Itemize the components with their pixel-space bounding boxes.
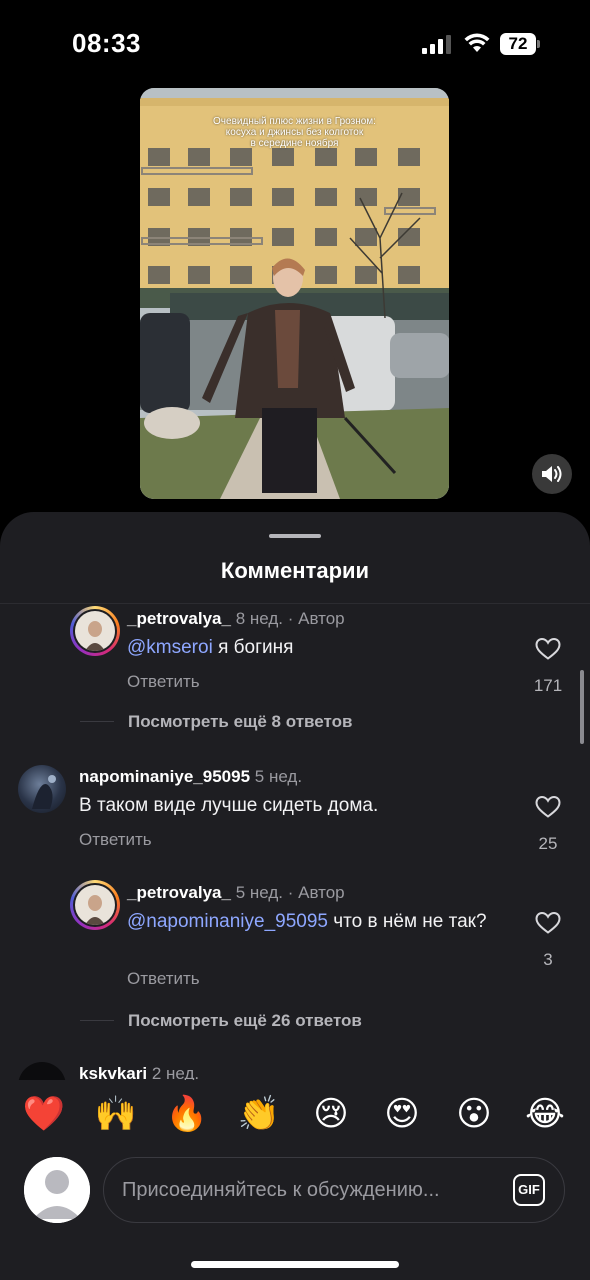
comment-input[interactable]: Присоединяйтесь к обсуждению... GIF <box>103 1157 565 1223</box>
like-count: 171 <box>533 676 563 695</box>
reply-button[interactable]: Ответить <box>79 830 152 850</box>
comment-input-placeholder: Присоединяйтесь к обсуждению... <box>122 1179 440 1201</box>
battery-icon: 72 <box>500 33 540 55</box>
comments-list[interactable]: _petrovalya_ 8 нед. · Автор @kmseroi я б… <box>0 604 590 1080</box>
comment-text: @kmseroi я богиня <box>127 637 294 658</box>
like-heart-icon[interactable] <box>535 795 561 819</box>
video-player[interactable]: Очевидный плюс жизни в Грозном: косуха и… <box>140 88 449 499</box>
view-more-replies-button[interactable]: Посмотреть ещё 8 ответов <box>128 712 352 732</box>
status-time: 08:33 <box>72 28 141 58</box>
emoji-heart-button[interactable]: ❤️ <box>22 1092 66 1136</box>
gif-button[interactable]: GIF <box>513 1174 545 1206</box>
emoji-crying-button[interactable]: 😢 <box>309 1092 353 1136</box>
comment-username[interactable]: _petrovalya_ 5 нед. · Автор <box>127 883 345 903</box>
author-badge: · Автор <box>287 609 345 628</box>
reply-button[interactable]: Ответить <box>127 969 200 989</box>
video-caption: Очевидный плюс жизни в Грозном: косуха и… <box>140 116 449 149</box>
sheet-title: Комментарии <box>220 558 370 583</box>
comment-text: @napominaniye_95095 что в нём не так? <box>127 911 487 932</box>
default-avatar-icon <box>24 1157 90 1223</box>
divider <box>80 721 114 722</box>
emoji-heart-eyes-button[interactable]: 😍 <box>380 1092 424 1136</box>
video-caption-line: косуха и джинсы без колготок <box>225 127 364 138</box>
view-more-replies-button[interactable]: Посмотреть ещё 26 ответов <box>128 1011 362 1031</box>
emoji-clap-button[interactable]: 👏 <box>237 1092 281 1136</box>
comment-username[interactable]: napominaniye_95095 5 нед. <box>79 767 302 787</box>
video-caption-line: в середине ноября <box>250 138 339 149</box>
speaker-icon <box>542 466 562 482</box>
emoji-reaction-bar: ❤️ 🙌 🔥 👏 😢 😍 😮 😂 <box>0 1092 590 1142</box>
reply-button[interactable]: Ответить <box>127 672 200 692</box>
status-bar: 08:33 72 <box>0 0 590 90</box>
emoji-surprised-button[interactable]: 😮 <box>452 1092 496 1136</box>
home-indicator[interactable] <box>191 1261 399 1268</box>
comment-username[interactable]: _petrovalya_ 8 нед. · Автор <box>127 609 345 629</box>
avatar[interactable] <box>18 1062 66 1080</box>
emoji-laughing-button[interactable]: 😂 <box>523 1092 567 1136</box>
comment-item: kskvkari 2 нед. <box>0 1059 590 1080</box>
comment-item: _petrovalya_ 5 нед. · Автор @napominaniy… <box>0 878 590 1038</box>
battery-level: 72 <box>500 33 536 55</box>
comment-time: 8 нед. <box>235 609 283 628</box>
comment-item: _petrovalya_ 8 нед. · Автор @kmseroi я б… <box>0 604 590 744</box>
video-frame-image <box>140 88 449 499</box>
comment-item: napominaniye_95095 5 нед. В таком виде л… <box>0 762 590 862</box>
like-heart-icon[interactable] <box>535 637 561 661</box>
like-heart-icon[interactable] <box>535 911 561 935</box>
mention-link[interactable]: @napominaniye_95095 <box>127 911 328 932</box>
like-count: 3 <box>543 950 553 969</box>
scrollbar[interactable] <box>580 670 584 744</box>
mention-link[interactable]: @kmseroi <box>127 637 213 658</box>
divider <box>80 1020 114 1021</box>
sound-toggle-button[interactable] <box>532 454 572 494</box>
emoji-fire-button[interactable]: 🔥 <box>165 1092 209 1136</box>
current-user-avatar[interactable] <box>24 1157 90 1223</box>
like-count: 25 <box>538 834 558 853</box>
comment-username[interactable]: kskvkari 2 нед. <box>79 1064 199 1080</box>
cellular-signal-icon <box>422 34 452 54</box>
comment-time: 2 нед. <box>151 1064 200 1080</box>
author-badge: · Автор <box>287 883 345 902</box>
wifi-icon <box>464 33 490 52</box>
comment-time: 5 нед. <box>254 767 303 786</box>
comment-time: 5 нед. <box>235 883 283 902</box>
emoji-raised-hands-button[interactable]: 🙌 <box>94 1092 138 1136</box>
avatar[interactable] <box>70 606 120 656</box>
sheet-grabber[interactable] <box>269 534 321 538</box>
avatar[interactable] <box>18 765 66 813</box>
comment-text: В таком виде лучше сидеть дома. <box>79 795 379 816</box>
video-caption-line: Очевидный плюс жизни в Грозном: <box>213 116 376 127</box>
avatar[interactable] <box>70 880 120 930</box>
